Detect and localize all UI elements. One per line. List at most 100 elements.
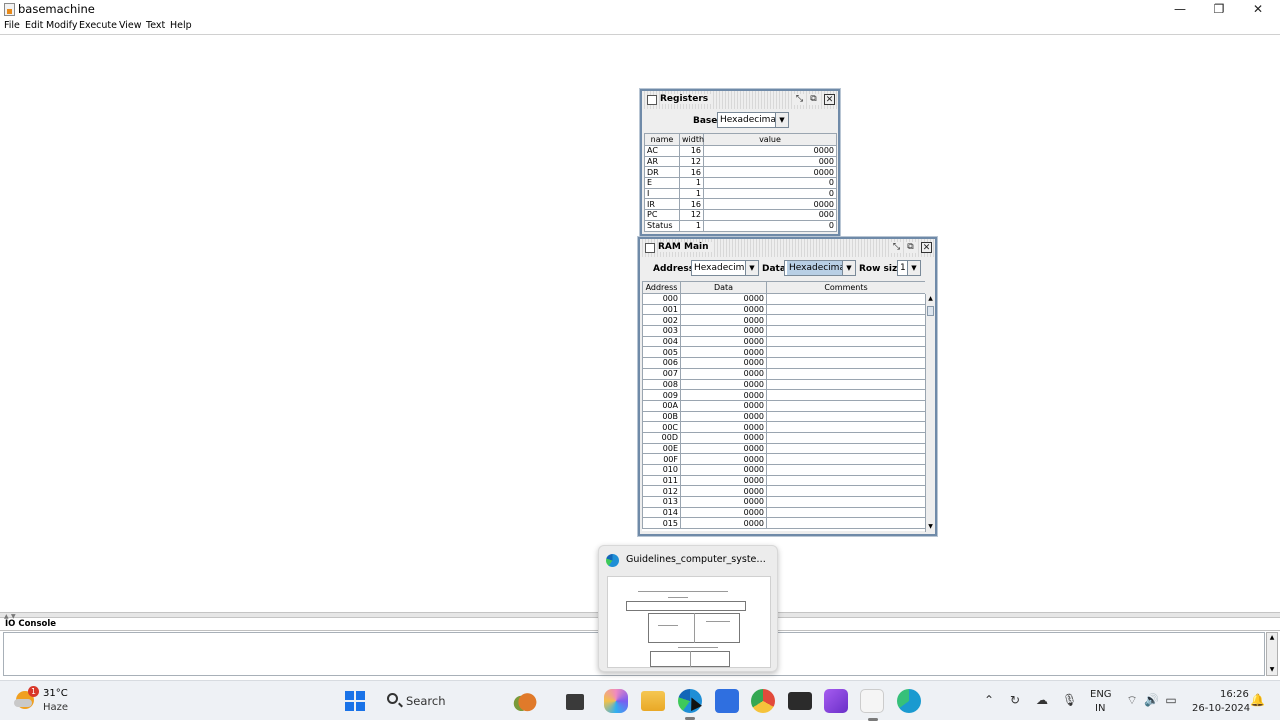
ram-comment[interactable] [766,464,925,476]
table-row[interactable]: 003 0000 [642,325,925,337]
iconify-icon[interactable]: ⤡ [794,94,805,105]
menu-help[interactable]: Help [170,20,192,31]
register-value[interactable]: 000 [703,209,837,221]
register-value[interactable]: 0000 [703,166,837,179]
table-row[interactable]: DR 16 0000 [644,166,837,179]
table-row[interactable]: E10 [644,177,837,189]
ram-data[interactable]: 0000 [680,314,767,327]
ram-comment[interactable] [766,517,925,530]
col-header-name[interactable]: name [644,133,680,146]
close-frame-icon[interactable]: ✕ [921,242,932,253]
ram-comment[interactable] [766,442,925,455]
ram-table-viewport[interactable]: Address Data Comments 000 0000 001 0000 00… [642,281,925,531]
speaker-icon[interactable]: 🔊 [1144,693,1159,707]
ram-data[interactable]: 0000 [680,496,767,508]
cloud-off-icon[interactable]: ☁ [1035,693,1049,707]
weather-description[interactable]: Haze [43,702,68,713]
table-row[interactable]: 000 0000 [642,293,925,305]
table-row[interactable]: 00A 0000 [642,399,925,412]
ram-comment[interactable] [766,485,925,498]
taskbar-thumbnail-preview[interactable]: Guidelines_computer_system_ar... [598,545,778,672]
ram-data[interactable]: 0000 [680,346,767,359]
registers-frame[interactable]: Registers ⤡ ⧉ ✕ Base: Hexadecimal ▼ name… [640,89,840,236]
table-row[interactable]: 014 0000 [642,506,925,519]
scroll-up-icon[interactable]: ▲ [926,294,935,304]
folder-icon[interactable] [641,691,665,711]
terminal-icon[interactable] [788,692,812,710]
table-row[interactable]: 00B 0000 [642,410,925,423]
table-row[interactable]: AC 16 0000 [644,145,837,157]
registers-title-bar[interactable]: Registers ⤡ ⧉ ✕ [642,91,838,109]
wifi-icon[interactable]: ⌔ [1125,693,1139,707]
clock-date[interactable]: 26-10-2024 [1192,703,1250,714]
ram-data[interactable]: 0000 [680,517,767,530]
notification-bell-icon[interactable]: 🔔 [1250,693,1265,707]
table-row[interactable]: 010 0000 [642,464,925,476]
weather-temperature[interactable]: 31°C [43,688,68,699]
ram-comment[interactable] [766,421,925,433]
ram-comment[interactable] [766,474,925,487]
ram-comment[interactable] [766,378,925,391]
clock-time[interactable]: 16:26 [1220,689,1249,700]
ram-data[interactable]: 0000 [680,442,767,455]
table-row[interactable]: 008 0000 [642,378,925,391]
maximize-frame-icon[interactable]: ⧉ [808,94,819,105]
copilot-icon[interactable] [604,689,628,713]
table-row[interactable]: 006 0000 [642,357,925,369]
table-row[interactable]: PC 12 000 [644,209,837,221]
taskbar-search[interactable]: Search [380,688,496,714]
ram-comment[interactable] [766,506,925,519]
ram-data[interactable]: 0000 [680,325,767,337]
ram-data[interactable]: 0000 [680,293,767,305]
ram-data[interactable]: 0000 [680,421,767,433]
ram-data[interactable]: 0000 [680,464,767,476]
clipchamp-icon[interactable] [824,689,848,713]
ram-data[interactable]: 0000 [680,367,767,380]
menu-view[interactable]: View [119,20,142,31]
scroll-up-icon[interactable]: ▲ [1267,633,1277,643]
table-row[interactable]: 009 0000 [642,389,925,401]
chevron-up-icon[interactable]: ⌃ [982,693,996,707]
chrome-icon[interactable] [751,689,775,713]
table-row[interactable]: 013 0000 [642,496,925,508]
table-row[interactable]: 015 0000 [642,517,925,530]
col-header-width[interactable]: width [679,133,704,146]
fruit-widget-icon[interactable] [513,689,537,713]
ram-data[interactable]: 0000 [680,357,767,369]
table-row[interactable]: 00E 0000 [642,442,925,455]
preview-thumbnail[interactable] [607,576,771,668]
register-value[interactable]: 000 [703,155,837,168]
close-frame-icon[interactable]: ✕ [824,94,835,105]
ram-title-bar[interactable]: RAM Main ⤡ ⧉ ✕ [640,239,935,257]
ram-comment[interactable] [766,399,925,412]
menu-text[interactable]: Text [146,20,165,31]
scroll-thumb[interactable] [927,306,934,316]
ram-comment[interactable] [766,496,925,508]
col-header-comments[interactable]: Comments [766,281,925,294]
ram-data[interactable]: 0000 [680,335,767,348]
menu-edit[interactable]: Edit [25,20,43,31]
maximize-frame-icon[interactable]: ⧉ [905,242,916,253]
battery-icon[interactable]: ▭ [1164,693,1178,707]
chevron-down-icon[interactable]: ▼ [745,261,758,275]
maximize-button[interactable]: ❐ [1199,0,1239,19]
scroll-down-icon[interactable]: ▼ [926,522,935,532]
col-header-address[interactable]: Address [642,281,681,294]
table-row[interactable]: 00F 0000 [642,453,925,465]
data-select[interactable]: Hexadecimal ▼ [784,260,856,276]
ram-scrollbar[interactable]: ▲ ▼ [925,294,935,532]
col-header-data[interactable]: Data [680,281,767,294]
scroll-down-icon[interactable]: ▼ [1267,665,1277,675]
edge-dev-icon[interactable] [897,689,921,713]
ram-data[interactable]: 0000 [680,399,767,412]
ram-comment[interactable] [766,335,925,348]
chevron-down-icon[interactable]: ▼ [842,261,855,275]
close-button[interactable]: ✕ [1238,0,1278,19]
ram-comment[interactable] [766,314,925,327]
ram-comment[interactable] [766,346,925,359]
ram-data[interactable]: 0000 [680,506,767,519]
windows-start-icon[interactable] [345,691,365,711]
language-line2[interactable]: IN [1095,703,1105,714]
ram-comment[interactable] [766,357,925,369]
store-icon[interactable] [715,689,739,713]
